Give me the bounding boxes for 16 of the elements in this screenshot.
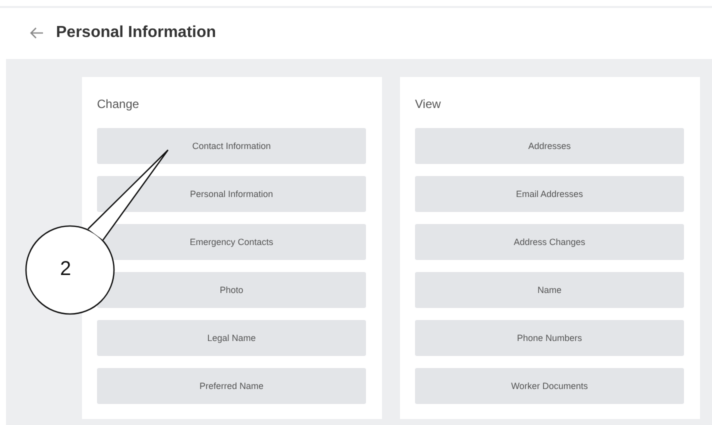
page-title: Personal Information	[56, 24, 216, 42]
link-button[interactable]: Preferred Name	[97, 368, 366, 404]
callout-number: 2	[60, 258, 72, 281]
link-button[interactable]: Legal Name	[97, 320, 366, 356]
link-button[interactable]: Personal Information	[97, 176, 366, 212]
link-button[interactable]: Email Addresses	[415, 176, 684, 212]
link-button[interactable]: Worker Documents	[415, 368, 684, 404]
link-button[interactable]: Phone Numbers	[415, 320, 684, 356]
link-button[interactable]: Contact Information	[97, 128, 366, 164]
section-title: Change	[97, 97, 140, 113]
back-arrow-icon[interactable]	[30, 27, 44, 39]
link-button[interactable]: Photo	[97, 272, 366, 308]
link-button[interactable]: Address Changes	[415, 224, 684, 260]
link-button[interactable]: Addresses	[415, 128, 684, 164]
section-title: View	[415, 97, 442, 113]
link-button[interactable]: Name	[415, 272, 684, 308]
